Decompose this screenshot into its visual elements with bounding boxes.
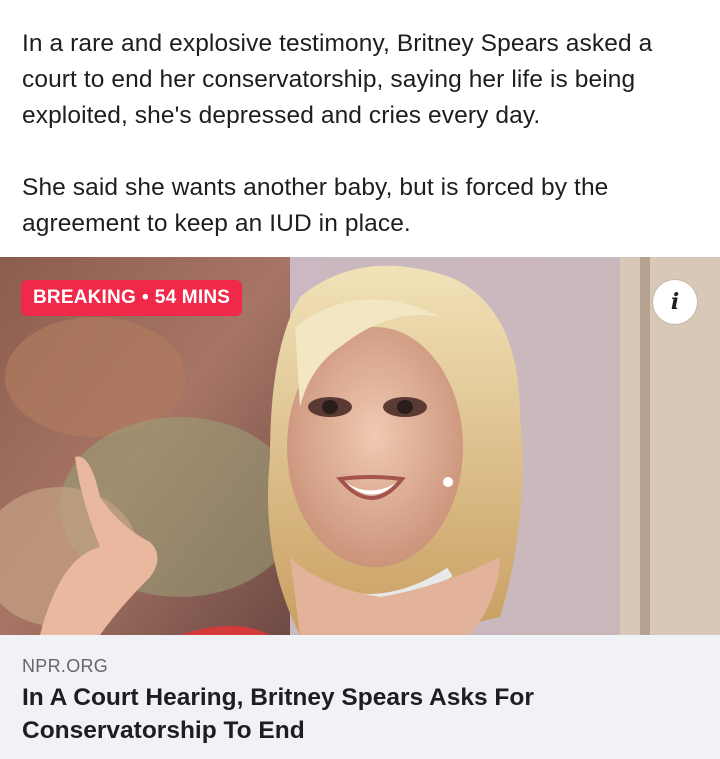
badge-separator: • <box>141 287 149 308</box>
link-domain: NPR.ORG <box>22 656 109 676</box>
link-preview-card[interactable]: NPR.ORG In A Court Hearing, Britney Spea… <box>0 635 720 759</box>
post-paragraph-2: She said she wants another baby, but is … <box>22 174 609 237</box>
badge-time: 54 MINS <box>154 287 231 308</box>
info-button[interactable]: i <box>653 280 697 324</box>
post-paragraph-1: In a rare and explosive testimony, Britn… <box>22 30 653 129</box>
badge-label: BREAKING <box>33 287 136 308</box>
info-icon: i <box>670 289 680 315</box>
breaking-badge: BREAKING • 54 MINS <box>21 280 243 316</box>
link-title[interactable]: In A Court Hearing, Britney Spears Asks … <box>22 681 702 747</box>
post-text: In a rare and explosive testimony, Britn… <box>22 26 702 242</box>
